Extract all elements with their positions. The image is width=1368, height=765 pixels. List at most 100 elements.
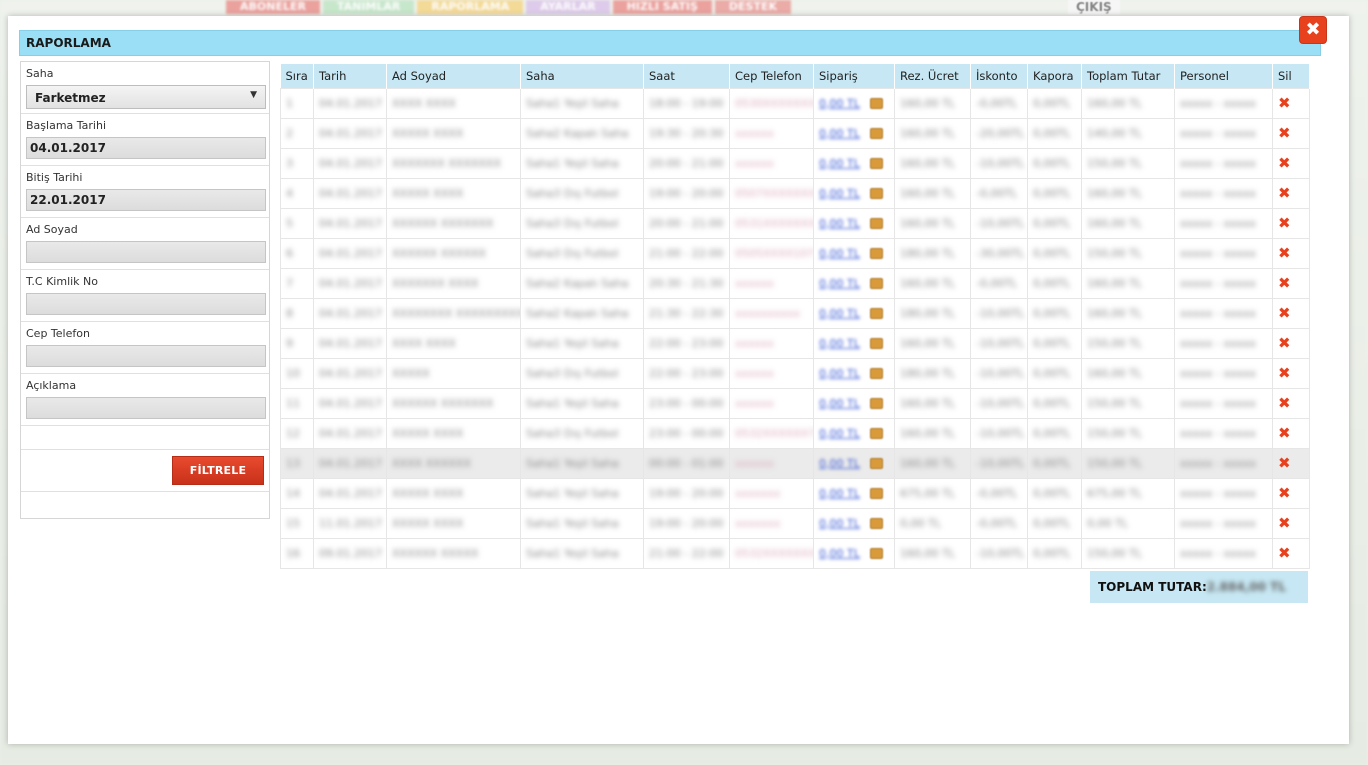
order-link[interactable]: 0,00 TL	[819, 217, 860, 230]
cell-value: -0,00TL	[976, 186, 1018, 200]
name-input[interactable]	[26, 241, 266, 263]
order-link[interactable]: 0,00 TL	[819, 247, 860, 260]
cell-value: 21:30 - 22:30	[649, 306, 724, 320]
saha-select[interactable]: Farketmez ▼	[26, 85, 266, 109]
package-icon[interactable]	[869, 487, 883, 499]
filter-button[interactable]: FİLTRELE	[172, 456, 264, 485]
delete-icon[interactable]: ✖	[1278, 154, 1291, 172]
package-icon[interactable]	[869, 547, 883, 559]
table-cell: 4	[280, 177, 314, 208]
order-link[interactable]: 0,00 TL	[819, 307, 860, 320]
filter-phone: Cep Telefon	[21, 322, 269, 374]
table-cell: 150,00 TL	[1081, 387, 1175, 418]
cell-value: 0,00TL	[1033, 246, 1071, 260]
table-row: 8 04.01.2017 XXXXXXXX XXXXXXXXX Saha2 Kapal…	[280, 297, 1310, 328]
table-row: 6 04.01.2017 XXXXXX XXXXXX Saha3 Dış Futbol…	[280, 237, 1310, 268]
table-cell: 160,00 TL	[894, 537, 971, 568]
column-header: Sıra	[280, 64, 314, 88]
order-link[interactable]: 0,00 TL	[819, 97, 860, 110]
table-cell: 20:30 - 21:30	[643, 267, 730, 298]
table-cell: 11	[280, 387, 314, 418]
tc-input[interactable]	[26, 293, 266, 315]
order-link[interactable]: 0,00 TL	[819, 187, 860, 200]
delete-icon[interactable]: ✖	[1278, 184, 1291, 202]
delete-icon[interactable]: ✖	[1278, 334, 1291, 352]
delete-icon[interactable]: ✖	[1278, 94, 1291, 112]
package-icon[interactable]	[869, 277, 883, 289]
delete-icon[interactable]: ✖	[1278, 484, 1291, 502]
package-icon[interactable]	[869, 367, 883, 379]
delete-icon[interactable]: ✖	[1278, 274, 1291, 292]
table-cell: 04.01.2017	[313, 237, 387, 268]
table-cell: xxxxx - xxxxx	[1174, 327, 1273, 358]
order-cell: 0,00 TL	[819, 217, 889, 230]
filter-end-date: Bitiş Tarihi	[21, 166, 269, 218]
cell-value: 0,00TL	[1033, 186, 1071, 200]
package-icon[interactable]	[869, 127, 883, 139]
table-row: 16 09.01.2017 XXXXXX XXXXX Saha1 Yeşil Saha…	[280, 537, 1310, 568]
delete-icon[interactable]: ✖	[1278, 214, 1291, 232]
table-cell: xxxxx - xxxxx	[1174, 117, 1273, 148]
delete-icon[interactable]: ✖	[1278, 124, 1291, 142]
order-link[interactable]: 0,00 TL	[819, 397, 860, 410]
close-button[interactable]: ✖	[1299, 16, 1327, 44]
package-icon[interactable]	[869, 247, 883, 259]
delete-icon[interactable]: ✖	[1278, 544, 1291, 562]
package-icon[interactable]	[869, 337, 883, 349]
delete-icon[interactable]: ✖	[1278, 514, 1291, 532]
delete-icon[interactable]: ✖	[1278, 394, 1291, 412]
end-date-input[interactable]	[26, 189, 266, 211]
table-cell: 150,00 TL	[1081, 447, 1175, 478]
delete-icon[interactable]: ✖	[1278, 304, 1291, 322]
cell-value: xxxxx - xxxxx	[1180, 216, 1257, 230]
package-icon[interactable]	[869, 427, 883, 439]
cell-value: 0,00TL	[1033, 276, 1071, 290]
delete-cell: ✖	[1272, 87, 1310, 118]
delete-icon[interactable]: ✖	[1278, 454, 1291, 472]
order-link[interactable]: 0,00 TL	[819, 277, 860, 290]
package-icon[interactable]	[869, 157, 883, 169]
delete-cell: ✖	[1272, 207, 1310, 238]
cell-value: Saha1 Yeşil Saha	[526, 516, 619, 530]
table-cell: 0,00 TL	[813, 297, 895, 328]
order-link[interactable]: 0,00 TL	[819, 337, 860, 350]
filter-start-date: Başlama Tarihi	[21, 114, 269, 166]
table-cell: 0,00TL	[1027, 87, 1082, 118]
package-icon[interactable]	[869, 307, 883, 319]
order-link[interactable]: 0,00 TL	[819, 157, 860, 170]
table-cell: Saha1 Yeşil Saha	[520, 537, 644, 568]
table-row: 2 04.01.2017 XXXXX XXXX Saha2 Kapalı Saha 19…	[280, 117, 1310, 148]
delete-icon[interactable]: ✖	[1278, 244, 1291, 262]
table-cell: 0,00 TL	[813, 177, 895, 208]
order-link[interactable]: 0,00 TL	[819, 487, 860, 500]
delete-icon[interactable]: ✖	[1278, 424, 1291, 442]
cell-value: xxxxx - xxxxx	[1180, 486, 1257, 500]
table-cell: XXXXXX XXXXX	[386, 537, 521, 568]
order-link[interactable]: 0,00 TL	[819, 427, 860, 440]
order-cell: 0,00 TL	[819, 397, 889, 410]
package-icon[interactable]	[869, 187, 883, 199]
cell-value: xxxxx - xxxxx	[1180, 96, 1257, 110]
note-input[interactable]	[26, 397, 266, 419]
table-row: 9 04.01.2017 XXXX XXXX Saha1 Yeşil Saha 22:0…	[280, 327, 1310, 358]
order-link[interactable]: 0,00 TL	[819, 547, 860, 560]
cell-value: 0507XXXXXXX	[735, 186, 814, 200]
phone-input[interactable]	[26, 345, 266, 367]
package-icon[interactable]	[869, 397, 883, 409]
column-header: Saha	[520, 64, 644, 88]
package-icon[interactable]	[869, 457, 883, 469]
order-link[interactable]: 0,00 TL	[819, 367, 860, 380]
cell-value: 0,00TL	[1033, 546, 1071, 560]
table-cell: 04.01.2017	[313, 297, 387, 328]
table-cell: 19:00 - 20:00	[643, 477, 730, 508]
order-link[interactable]: 0,00 TL	[819, 127, 860, 140]
delete-icon[interactable]: ✖	[1278, 364, 1291, 382]
package-icon[interactable]	[869, 97, 883, 109]
package-icon[interactable]	[869, 517, 883, 529]
order-link[interactable]: 0,00 TL	[819, 457, 860, 470]
cell-value: 0,00TL	[1033, 156, 1071, 170]
table-row: 5 04.01.2017 XXXXXX XXXXXXX Saha3 Dış Futbo…	[280, 207, 1310, 238]
order-link[interactable]: 0,00 TL	[819, 517, 860, 530]
package-icon[interactable]	[869, 217, 883, 229]
start-date-input[interactable]	[26, 137, 266, 159]
